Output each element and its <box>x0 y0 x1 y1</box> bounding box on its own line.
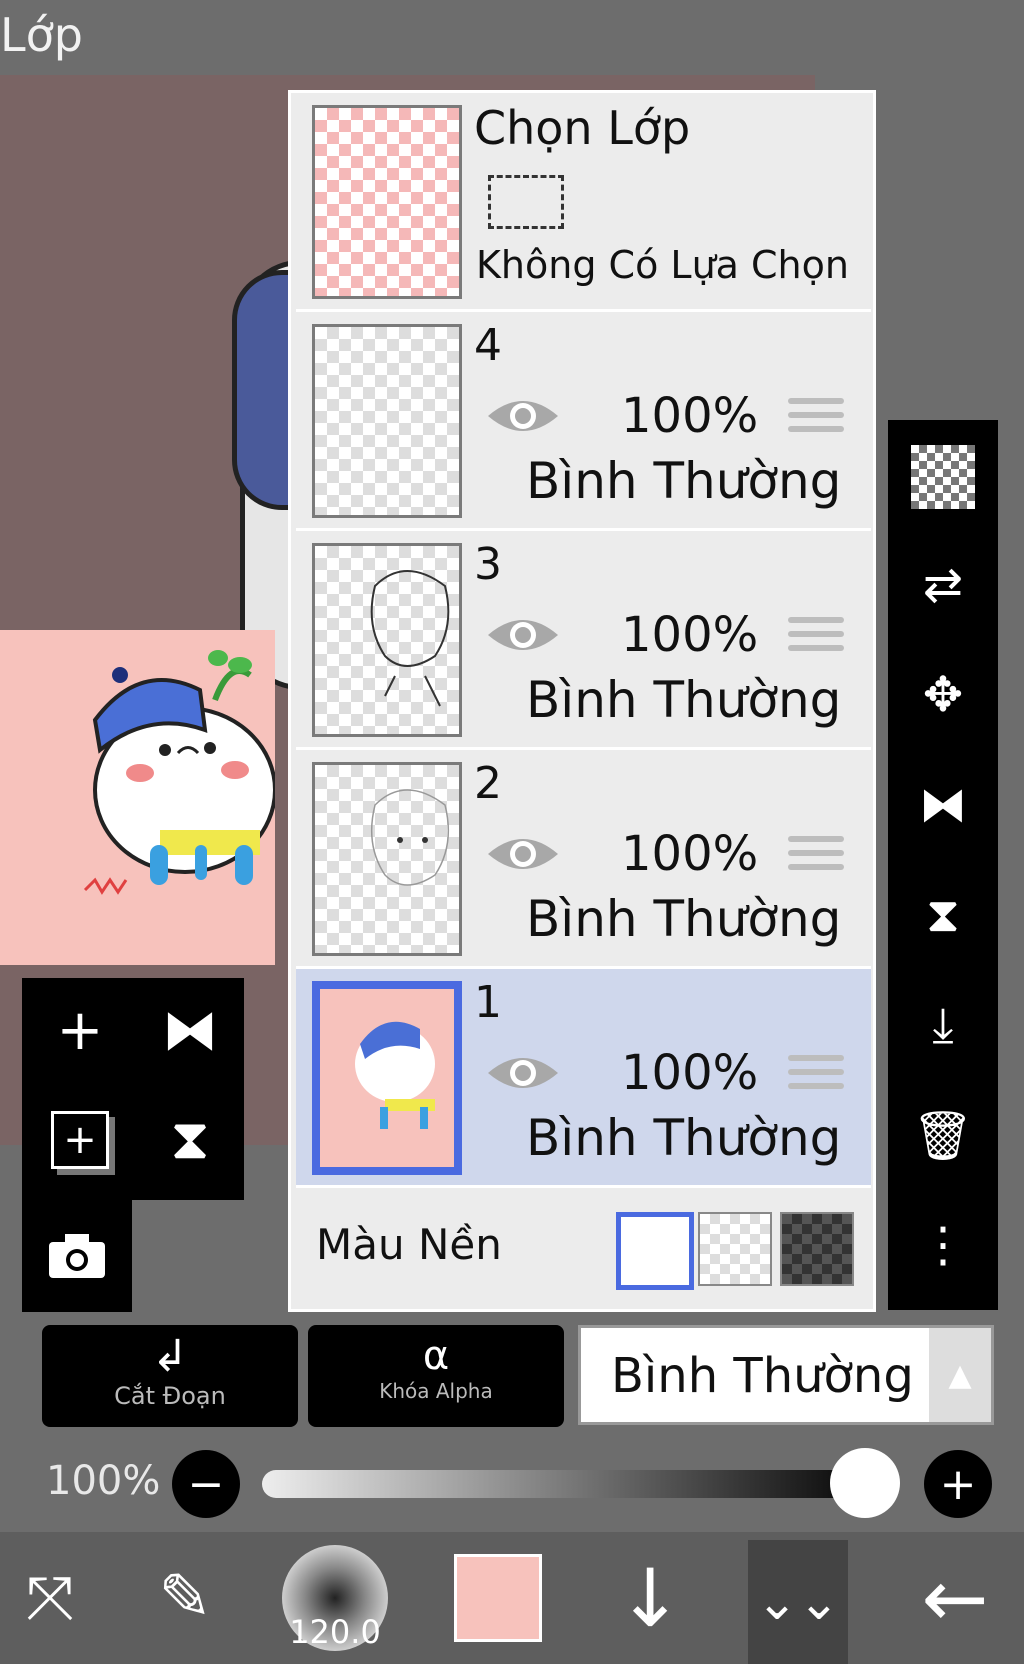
arrow-down-icon[interactable]: ↓ <box>600 1548 700 1648</box>
color-swatch-button[interactable] <box>448 1548 548 1648</box>
page-title: Lớp <box>0 8 83 62</box>
layer-tools-block: + ⧓ + ⧗ <box>22 978 244 1200</box>
flip-vertical-icon[interactable]: ⧗ <box>910 882 976 948</box>
flip-vertical-canvas-icon[interactable]: ⧗ <box>150 1100 230 1180</box>
flip-horizontal-icon[interactable]: ⧓ <box>910 772 976 838</box>
layer-row-4[interactable]: 4 100% Bình Thường <box>296 312 871 531</box>
drag-handle-icon[interactable] <box>788 398 844 440</box>
blend-mode-select[interactable]: Bình Thường ▲ <box>578 1325 994 1425</box>
alpha-lock-button[interactable]: α Khóa Alpha <box>308 1325 564 1427</box>
selection-layer-row[interactable]: Chọn Lớp Không Có Lựa Chọn <box>296 93 871 312</box>
layer-blend-mode: Bình Thường <box>526 1109 842 1167</box>
opacity-slider-track[interactable] <box>262 1470 882 1498</box>
alpha-lock-label: Khóa Alpha <box>379 1379 493 1403</box>
layer-thumbnail <box>312 324 462 518</box>
layer-number: 4 <box>474 320 502 371</box>
background-dark-swatch[interactable] <box>780 1212 854 1286</box>
transparency-icon[interactable] <box>910 444 976 510</box>
drag-handle-icon[interactable] <box>788 617 844 659</box>
layer-opacity: 100% <box>621 388 759 444</box>
opacity-value: 100% <box>46 1458 161 1504</box>
trash-icon[interactable]: 🗑 <box>910 1102 976 1168</box>
background-white-swatch[interactable] <box>616 1212 694 1290</box>
camera-tool-block <box>22 1200 132 1312</box>
selection-layer-thumbnail <box>312 105 462 299</box>
decrease-opacity-button[interactable]: − <box>172 1450 240 1518</box>
opacity-slider-knob[interactable] <box>830 1448 900 1518</box>
drag-handle-icon[interactable] <box>788 836 844 878</box>
flip-horizontal-canvas-icon[interactable]: ⧓ <box>150 990 230 1070</box>
selection-layer-title: Chọn Lớp <box>474 101 691 155</box>
camera-icon[interactable] <box>37 1216 117 1296</box>
brush-icon[interactable]: ✎ <box>135 1548 235 1648</box>
background-transparent-swatch[interactable] <box>698 1212 772 1286</box>
add-layer-copy-icon[interactable]: + <box>40 1100 120 1180</box>
layer-blend-mode: Bình Thường <box>526 890 842 948</box>
layer-opacity: 100% <box>621 1045 759 1101</box>
background-label: Màu Nền <box>316 1220 502 1269</box>
alpha-lock-icon: α <box>422 1333 450 1379</box>
layer-blend-mode: Bình Thường <box>526 452 842 510</box>
layer-opacity: 100% <box>621 607 759 663</box>
blend-mode-value: Bình Thường <box>611 1348 914 1404</box>
layer-row-3[interactable]: 3 100% Bình Thường <box>296 531 871 750</box>
layer-row-1[interactable]: 1 100% Bình Thường <box>296 969 871 1188</box>
current-color-swatch <box>454 1554 542 1642</box>
layer-number: 3 <box>474 539 502 590</box>
clipping-button[interactable]: ↲ Cắt Đoạn <box>42 1325 298 1427</box>
bottom-toolbar: ⤧ ✎ 120.0 ↓ ⌄⌄ ← <box>0 1532 1024 1664</box>
eye-icon[interactable] <box>486 832 560 876</box>
layer-opacity: 100% <box>621 826 759 882</box>
layer-row-2[interactable]: 2 100% Bình Thường <box>296 750 871 969</box>
layer-number: 1 <box>474 977 502 1028</box>
selection-status: Không Có Lựa Chọn <box>476 243 849 287</box>
eye-icon[interactable] <box>486 394 560 438</box>
merge-down-icon[interactable]: ⤓ <box>910 992 976 1058</box>
selection-rect-icon <box>488 175 564 229</box>
swap-layer-icon[interactable]: ⇄ <box>910 552 976 618</box>
clipping-label: Cắt Đoạn <box>114 1382 226 1410</box>
layers-toggle-icon[interactable]: ⌄⌄ <box>748 1540 848 1664</box>
layer-number: 2 <box>474 758 502 809</box>
layer-thumbnail <box>312 981 462 1175</box>
move-icon[interactable]: ✥ <box>910 662 976 728</box>
chevron-up-icon: ▲ <box>929 1328 991 1422</box>
clipping-arrow-icon: ↲ <box>151 1331 189 1382</box>
more-options-icon[interactable]: ⋮ <box>910 1212 976 1278</box>
layer-thumbnail <box>312 762 462 956</box>
eye-icon[interactable] <box>486 1051 560 1095</box>
brush-size-label: 120.0 <box>282 1545 388 1651</box>
increase-opacity-button[interactable]: + <box>924 1450 992 1518</box>
brush-size-button[interactable]: 120.0 <box>280 1545 390 1651</box>
layer-actions-toolbar: ⇄ ✥ ⧓ ⧗ ⤓ 🗑 ⋮ <box>888 420 998 1310</box>
transform-icon[interactable]: ⤧ <box>0 1548 100 1648</box>
drag-handle-icon[interactable] <box>788 1055 844 1097</box>
add-layer-icon[interactable]: + <box>40 990 120 1070</box>
layer-thumbnail <box>312 543 462 737</box>
background-color-row: Màu Nền <box>296 1188 871 1308</box>
eye-icon[interactable] <box>486 613 560 657</box>
reference-image <box>0 630 275 965</box>
opacity-slider-row: 100% − + <box>0 1438 1024 1528</box>
layers-panel: Chọn Lớp Không Có Lựa Chọn 4 100% Bình T… <box>288 90 876 1312</box>
back-arrow-icon[interactable]: ← <box>905 1548 1005 1648</box>
layer-blend-mode: Bình Thường <box>526 671 842 729</box>
